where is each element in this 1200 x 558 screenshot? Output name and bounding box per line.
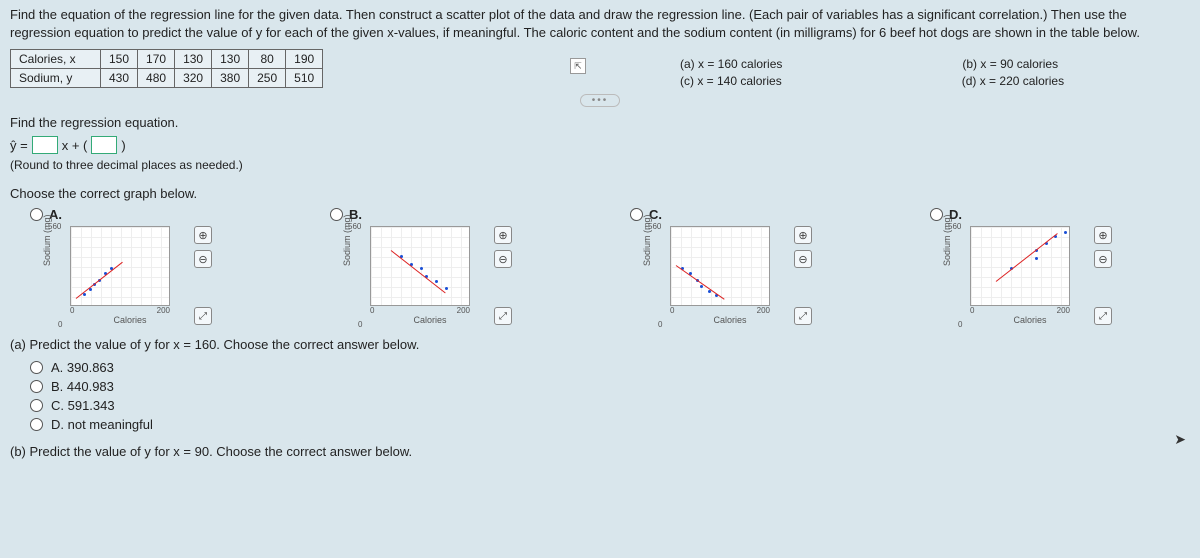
y-tick-max: 560	[948, 222, 961, 231]
cell: 320	[175, 69, 212, 88]
graph-options-row: A. Sodium (mg) 560 0 ⊕ ⊖ ⤢ 0	[0, 203, 1200, 329]
table-row: Sodium, y 430 480 320 380 250 510	[11, 69, 323, 88]
x-axis-label: Calories	[970, 315, 1090, 325]
mc-a-opt-d: D. not meaningful	[51, 417, 153, 432]
row2-label: Sodium, y	[11, 69, 101, 88]
cell: 190	[286, 50, 323, 69]
subq-c: (c) x = 140 calories	[680, 73, 782, 90]
cell: 480	[138, 69, 175, 88]
expand-icon[interactable]: ⤢	[1094, 307, 1112, 325]
cell: 380	[212, 69, 249, 88]
expand-icon[interactable]: ⤢	[494, 307, 512, 325]
x-tick-max: 200	[157, 306, 170, 315]
mc-a-opt-b: B. 440.983	[51, 379, 114, 394]
eq-suffix: )	[121, 138, 125, 153]
table-expand-button[interactable]: ⇱	[570, 58, 586, 74]
predict-b-question: (b) Predict the value of y for x = 90. C…	[0, 436, 1200, 461]
subq-b: (b) x = 90 calories	[962, 56, 1058, 73]
mc-a-radio-d[interactable]	[30, 418, 43, 431]
graph-option-c: C. Sodium (mg) 560 0 ⊕ ⊖ ⤢ 0	[630, 207, 880, 325]
cell: 130	[175, 50, 212, 69]
zoom-in-icon[interactable]: ⊕	[194, 226, 212, 244]
expand-icon[interactable]: ⤢	[194, 307, 212, 325]
x-tick-min: 0	[670, 306, 674, 315]
scatter-plot-c	[670, 226, 770, 306]
eq-mid: x + (	[62, 138, 88, 153]
predict-a-options: A. 390.863 B. 440.983 C. 591.343 D. not …	[0, 354, 1200, 436]
regression-equation: ŷ = x + ( )	[0, 132, 1200, 158]
x-tick-max: 200	[757, 306, 770, 315]
zoom-in-icon[interactable]: ⊕	[494, 226, 512, 244]
x-axis-label: Calories	[70, 315, 190, 325]
graph-option-d: D. Sodium (mg) 560 0 ⊕ ⊖ ⤢ 0	[930, 207, 1180, 325]
graph-option-b: B. Sodium (mg) 560 0 ⊕ ⊖ ⤢ 0	[330, 207, 580, 325]
y-tick-min: 0	[58, 320, 62, 329]
row1-label: Calories, x	[11, 50, 101, 69]
eq-yhat: ŷ =	[10, 138, 28, 153]
zoom-out-icon[interactable]: ⊖	[194, 250, 212, 268]
x-tick-min: 0	[70, 306, 74, 315]
cell: 250	[249, 69, 286, 88]
cell: 150	[101, 50, 138, 69]
find-equation-heading: Find the regression equation.	[0, 107, 1200, 132]
cell: 510	[286, 69, 323, 88]
zoom-out-icon[interactable]: ⊖	[1094, 250, 1112, 268]
x-axis-label: Calories	[670, 315, 790, 325]
scatter-plot-a	[70, 226, 170, 306]
cell: 430	[101, 69, 138, 88]
x-tick-max: 200	[457, 306, 470, 315]
subq-d: (d) x = 220 calories	[962, 73, 1064, 90]
mc-a-opt-a: A. 390.863	[51, 360, 114, 375]
x-axis-label: Calories	[370, 315, 490, 325]
intercept-input[interactable]	[91, 136, 117, 154]
problem-instructions: Find the equation of the regression line…	[0, 0, 1200, 45]
y-tick-max: 560	[348, 222, 361, 231]
mc-a-radio-a[interactable]	[30, 361, 43, 374]
mc-a-radio-c[interactable]	[30, 399, 43, 412]
y-tick-min: 0	[358, 320, 362, 329]
cell: 80	[249, 50, 286, 69]
zoom-out-icon[interactable]: ⊖	[494, 250, 512, 268]
data-table: Calories, x 150 170 130 130 80 190 Sodiu…	[10, 49, 323, 88]
subq-a: (a) x = 160 calories	[680, 56, 782, 73]
zoom-out-icon[interactable]: ⊖	[794, 250, 812, 268]
x-tick-max: 200	[1057, 306, 1070, 315]
cell: 170	[138, 50, 175, 69]
table-row: Calories, x 150 170 130 130 80 190	[11, 50, 323, 69]
rounding-hint: (Round to three decimal places as needed…	[0, 158, 1200, 178]
scatter-plot-b	[370, 226, 470, 306]
cursor-icon: ➤	[1174, 431, 1186, 448]
y-tick-min: 0	[658, 320, 662, 329]
scatter-plot-d	[970, 226, 1070, 306]
zoom-in-icon[interactable]: ⊕	[1094, 226, 1112, 244]
zoom-in-icon[interactable]: ⊕	[794, 226, 812, 244]
x-tick-min: 0	[970, 306, 974, 315]
slope-input[interactable]	[32, 136, 58, 154]
graph-option-a: A. Sodium (mg) 560 0 ⊕ ⊖ ⤢ 0	[30, 207, 280, 325]
ellipsis-divider: •••	[580, 94, 620, 107]
choose-graph-heading: Choose the correct graph below.	[0, 178, 1200, 203]
y-tick-max: 560	[48, 222, 61, 231]
mc-a-radio-b[interactable]	[30, 380, 43, 393]
x-tick-min: 0	[370, 306, 374, 315]
expand-icon[interactable]: ⤢	[794, 307, 812, 325]
cell: 130	[212, 50, 249, 69]
y-tick-min: 0	[958, 320, 962, 329]
sub-question-list: (a) x = 160 calories (b) x = 90 calories…	[680, 56, 1064, 90]
y-tick-max: 560	[648, 222, 661, 231]
mc-a-opt-c: C. 591.343	[51, 398, 115, 413]
predict-a-question: (a) Predict the value of y for x = 160. …	[0, 329, 1200, 354]
